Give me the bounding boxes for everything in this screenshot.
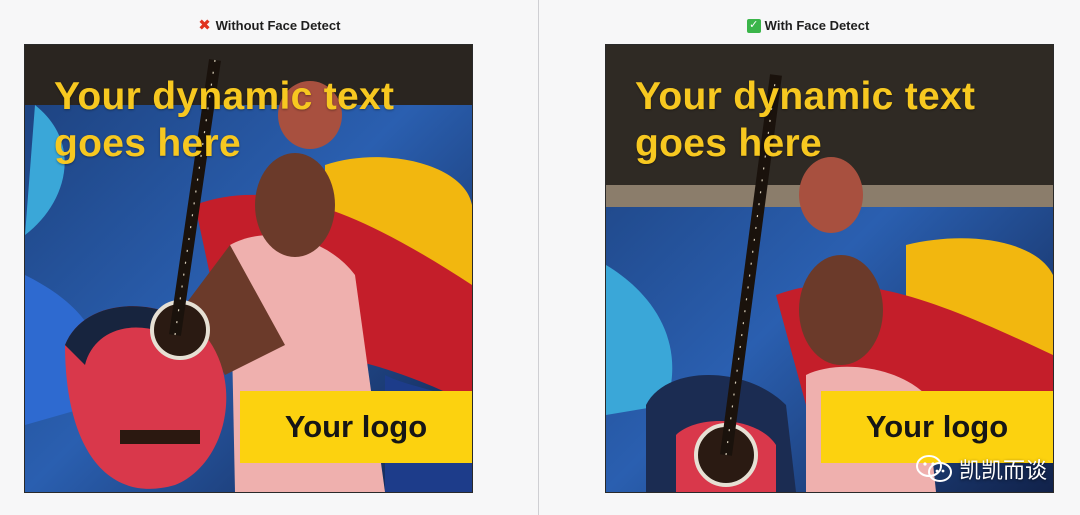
logo-label: Your logo xyxy=(284,409,428,444)
panel-title: ✓ With Face Detect xyxy=(539,18,1077,33)
panel-without-face-detect: ✖ Without Face Detect Your dynamic text … xyxy=(0,0,538,515)
cross-mark-icon: ✖ xyxy=(198,17,211,34)
headline-text: Your dynamic text goes here xyxy=(635,75,976,165)
ad-preview-without-face-detect: Your dynamic text goes here Your logo xyxy=(24,44,473,493)
headline-text: Your dynamic text goes here xyxy=(54,75,395,165)
watermark-text: 凯凯而谈 xyxy=(958,459,1047,484)
wechat-icon xyxy=(915,455,952,482)
panel-with-face-detect: ✓ With Face Detect Your dynamic text goe… xyxy=(539,0,1077,515)
logo-placeholder: Your logo xyxy=(240,391,472,463)
panel-title-label: With Face Detect xyxy=(764,18,870,33)
panel-title: ✖ Without Face Detect xyxy=(0,18,538,33)
check-mark-icon: ✓ xyxy=(746,18,761,33)
watermark: 凯凯而谈 xyxy=(915,453,1047,485)
panel-title-label: Without Face Detect xyxy=(215,18,341,33)
ad-preview-with-face-detect: Your dynamic text goes here Your logo xyxy=(605,44,1054,493)
logo-label: Your logo xyxy=(865,409,1009,444)
